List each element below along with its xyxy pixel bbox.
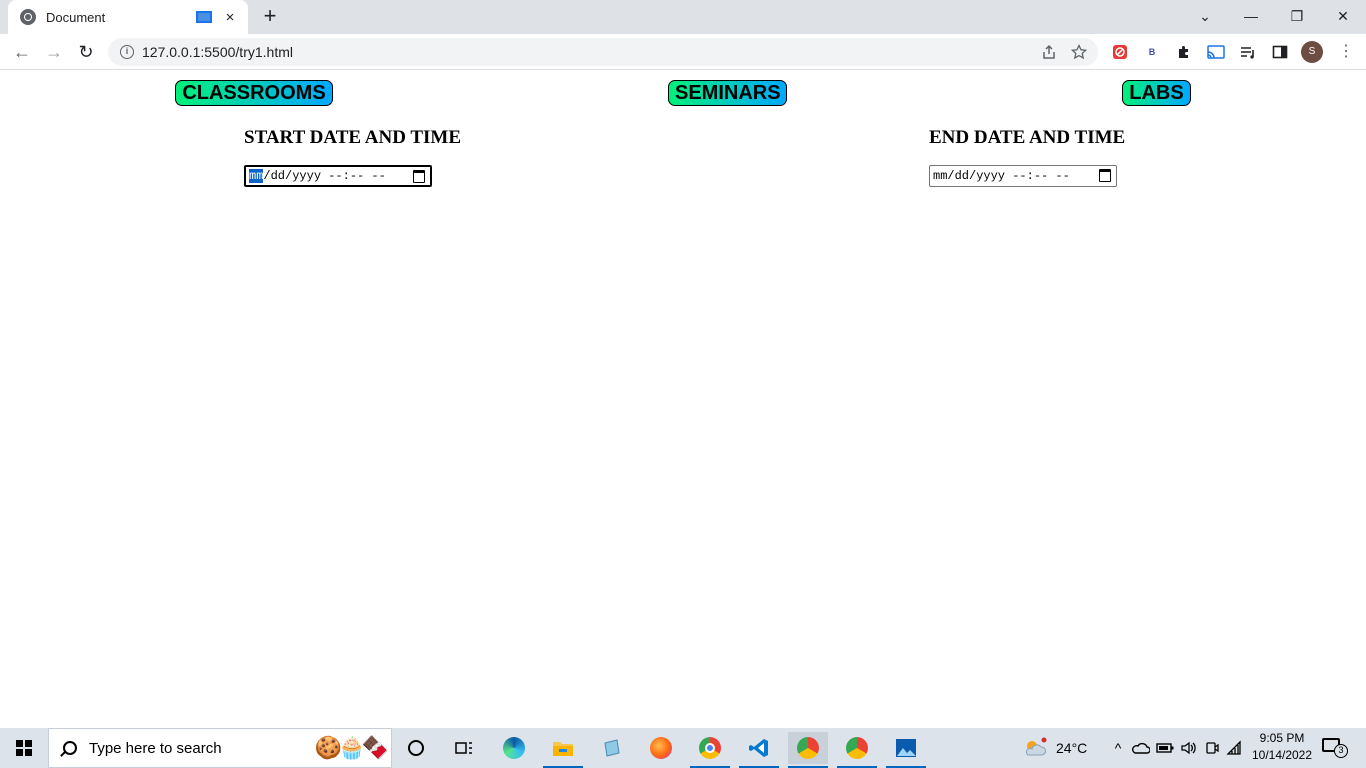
- start-button[interactable]: [0, 728, 48, 768]
- taskbar-search-box[interactable]: Type here to search 🍪🧁🍫: [48, 728, 392, 768]
- windows-logo-icon: [16, 740, 32, 756]
- page-content: CLASSROOMS SEMINARS LABS START DATE AND …: [0, 71, 1366, 728]
- side-panel-icon[interactable]: [1270, 42, 1290, 62]
- action-center-icon[interactable]: 3: [1322, 738, 1348, 758]
- show-hidden-icons-chevron-icon[interactable]: ^: [1110, 740, 1126, 756]
- search-icon: [63, 741, 77, 755]
- tab-close-icon[interactable]: ×: [222, 9, 238, 26]
- end-datetime-heading: END DATE AND TIME: [929, 127, 1126, 148]
- restore-icon[interactable]: ❐: [1274, 0, 1320, 32]
- vscode-icon[interactable]: [739, 732, 779, 768]
- ublock-extension-icon[interactable]: [1110, 42, 1130, 62]
- notification-count-badge: 3: [1334, 744, 1348, 758]
- clock-time: 9:05 PM: [1259, 731, 1305, 745]
- start-datetime-input[interactable]: mm/dd/yyyy --:-- --: [244, 165, 432, 187]
- start-datetime-rest[interactable]: /dd/yyyy --:-- --: [263, 169, 385, 183]
- windows-taskbar: Type here to search 🍪🧁🍫 24°C ^ 9:05 PM 1…: [0, 728, 1366, 768]
- seminars-button[interactable]: SEMINARS: [668, 80, 787, 106]
- notepad-app-icon[interactable]: [592, 732, 632, 764]
- volume-icon[interactable]: [1180, 740, 1198, 756]
- media-queue-icon[interactable]: [1238, 42, 1258, 62]
- cast-icon[interactable]: [1206, 42, 1226, 62]
- weather-widget[interactable]: 24°C: [1022, 728, 1087, 768]
- onedrive-cloud-icon[interactable]: [1132, 742, 1150, 754]
- end-datetime-input[interactable]: mm/dd/yyyy --:-- --: [929, 165, 1117, 187]
- start-datetime-heading: START DATE AND TIME: [244, 127, 462, 148]
- file-explorer-icon[interactable]: [543, 732, 583, 768]
- weather-cloud-sun-icon: [1025, 737, 1047, 756]
- browser-tab-document[interactable]: Document ×: [8, 0, 248, 34]
- new-tab-icon[interactable]: +: [259, 5, 281, 27]
- temperature-text: 24°C: [1056, 740, 1088, 756]
- meet-now-icon[interactable]: [1204, 740, 1220, 756]
- bitwarden-extension-icon[interactable]: B: [1142, 42, 1162, 62]
- wifi-icon[interactable]: [1226, 740, 1242, 756]
- browser-menu-icon[interactable]: ⋮: [1338, 42, 1354, 62]
- calendar-icon[interactable]: [413, 170, 425, 183]
- search-placeholder: Type here to search: [89, 739, 222, 757]
- chrome-profile-icon[interactable]: [837, 732, 877, 768]
- minimize-icon[interactable]: —: [1228, 0, 1274, 32]
- cortana-icon[interactable]: [396, 732, 436, 764]
- chrome-profile-icon[interactable]: [788, 732, 828, 768]
- reload-icon[interactable]: ↻: [74, 40, 98, 64]
- tab-title: Document: [46, 9, 106, 25]
- close-window-icon[interactable]: ✕: [1320, 0, 1366, 32]
- bookmark-star-icon[interactable]: [1068, 41, 1090, 63]
- calendar-icon[interactable]: [1099, 169, 1111, 182]
- address-bar[interactable]: i 127.0.0.1:5500/try1.html: [108, 38, 1098, 66]
- site-info-icon[interactable]: i: [120, 45, 134, 59]
- chrome-icon[interactable]: [690, 732, 730, 768]
- start-month-segment[interactable]: mm: [249, 169, 264, 183]
- taskbar-clock[interactable]: 9:05 PM 10/14/2022: [1248, 730, 1316, 764]
- system-tray: ^: [1110, 728, 1242, 768]
- photos-app-icon[interactable]: [886, 732, 926, 768]
- globe-icon: [20, 9, 36, 25]
- tab-search-icon[interactable]: ⌄: [1182, 0, 1228, 32]
- browser-tabstrip: Document × + ⌄ — ❐ ✕: [0, 0, 1366, 34]
- firefox-icon[interactable]: [641, 732, 681, 764]
- battery-icon[interactable]: [1156, 742, 1174, 754]
- browser-toolbar: ← → ↻ i 127.0.0.1:5500/try1.html B S ⋮: [0, 34, 1366, 70]
- forward-icon[interactable]: →: [42, 40, 66, 64]
- profile-avatar[interactable]: S: [1301, 41, 1323, 63]
- clock-date: 10/14/2022: [1251, 748, 1313, 762]
- task-view-icon[interactable]: [444, 732, 484, 764]
- url-text[interactable]: 127.0.0.1:5500/try1.html: [142, 44, 1038, 60]
- edge-browser-icon[interactable]: [494, 732, 534, 764]
- search-highlight-sweets-icon[interactable]: 🍪🧁🍫: [315, 735, 389, 761]
- back-icon[interactable]: ←: [10, 40, 34, 64]
- extensions-puzzle-icon[interactable]: [1174, 42, 1194, 62]
- end-datetime-value[interactable]: mm/dd/yyyy --:-- --: [933, 169, 1070, 183]
- share-icon[interactable]: [1038, 41, 1060, 63]
- classrooms-button[interactable]: CLASSROOMS: [175, 80, 333, 106]
- cast-media-icon[interactable]: [196, 11, 212, 23]
- labs-button[interactable]: LABS: [1122, 80, 1191, 106]
